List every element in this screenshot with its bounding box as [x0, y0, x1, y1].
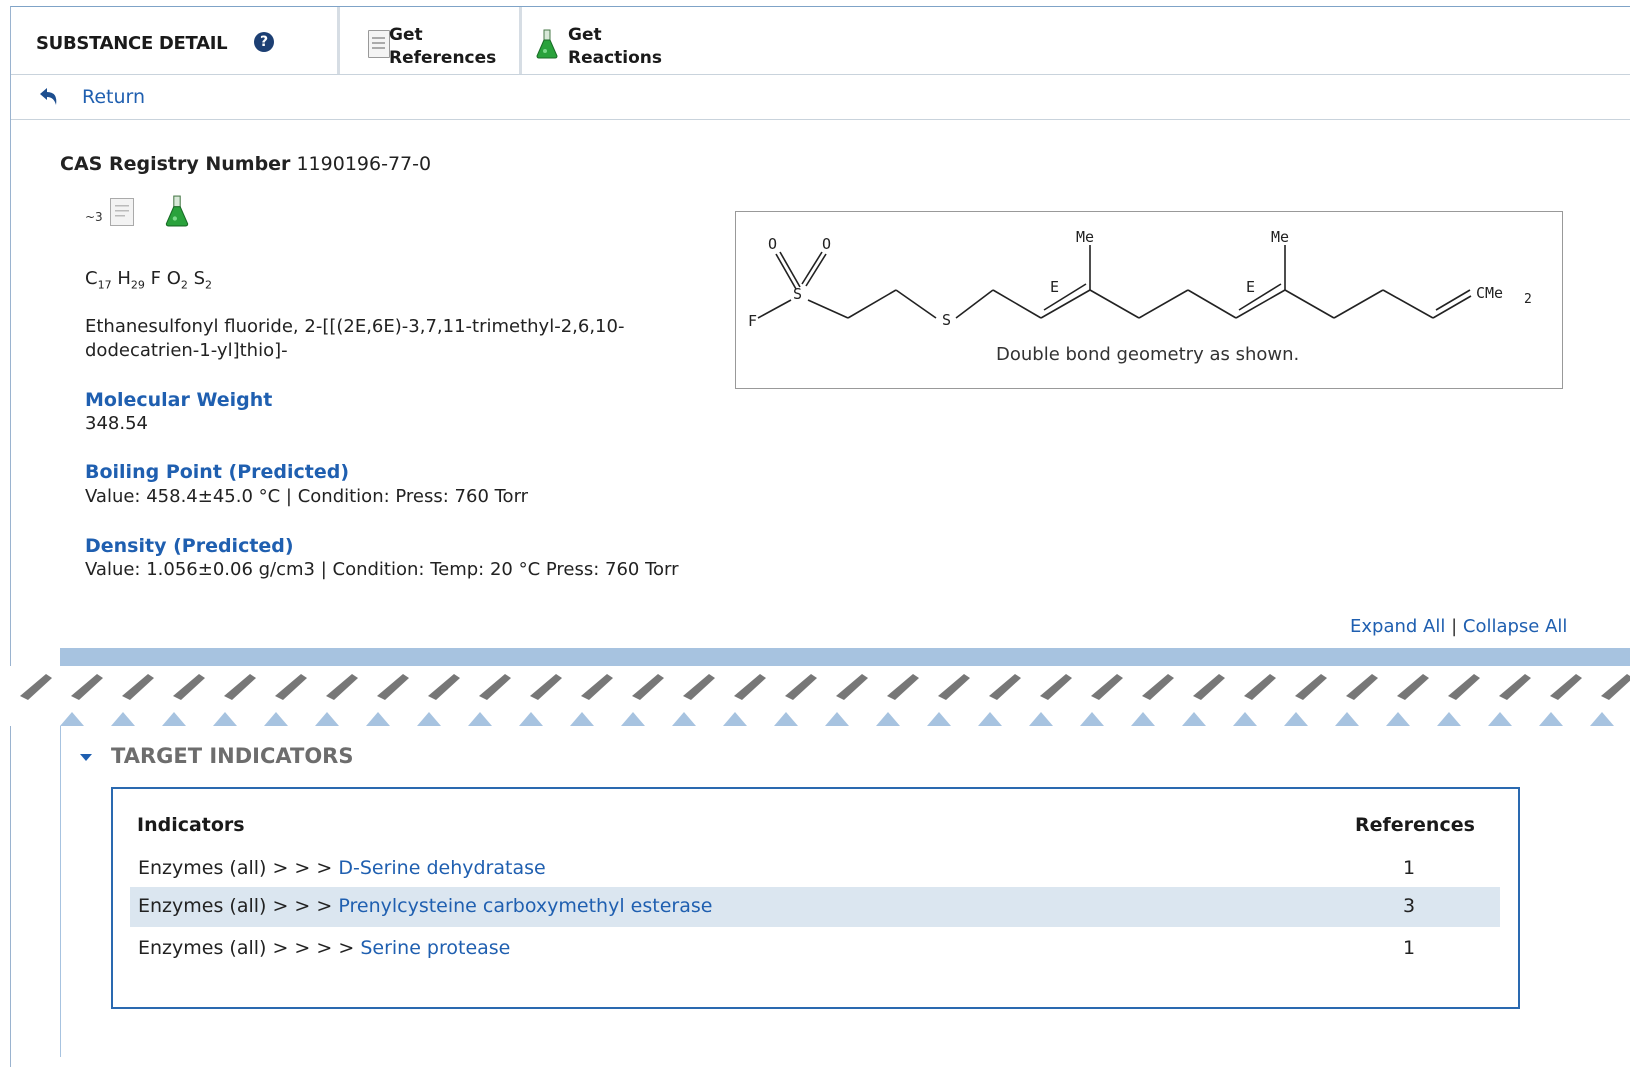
get-references-button[interactable]: Get References [341, 7, 521, 74]
fluorine-label: F [748, 312, 757, 330]
sulfur-label: S [793, 285, 802, 303]
get-reactions-label-2: Reactions [568, 48, 663, 68]
page-title: SUBSTANCE DETAIL [36, 33, 228, 54]
target-indicators-title[interactable]: TARGET INDICATORS [111, 744, 353, 768]
indicator-link[interactable]: Prenylcysteine carboxymethyl esterase [338, 895, 712, 917]
reference-count-cell: 1 [1403, 937, 1416, 959]
indicator-cell: Enzymes (all) > > > D-Serine dehydratase [138, 857, 546, 879]
document-icon [368, 30, 390, 58]
col-header-indicators: Indicators [137, 814, 245, 836]
expand-collapse-controls: Expand All | Collapse All [1350, 616, 1567, 637]
indicator-cell: Enzymes (all) > > > > Serine protease [138, 937, 510, 959]
molecular-formula: C17 H29 F O2 S2 [85, 268, 212, 292]
get-reactions-label-1: Get [568, 25, 602, 45]
indicator-path: Enzymes (all) > > > [138, 895, 339, 917]
e-geometry-label: E [1246, 278, 1255, 296]
return-arrow-icon[interactable] [36, 85, 62, 107]
structure-diagram[interactable]: O O S F S Me E Me E CMe 2 Double bond ge… [735, 211, 1563, 389]
formula-count: 2 [180, 278, 188, 292]
molecular-weight-value: 348.54 [85, 413, 148, 434]
get-references-label-2: References [389, 48, 497, 68]
oxygen-label: O [822, 235, 831, 253]
get-reactions-button[interactable]: Get Reactions [523, 7, 703, 74]
methyl-label: Me [1271, 228, 1289, 246]
formula-count: 17 [97, 278, 112, 292]
methyl-label: Me [1076, 228, 1094, 246]
col-header-references: References [1355, 814, 1475, 836]
reference-count-cell: 3 [1403, 895, 1416, 917]
reference-count-cell: 1 [1403, 857, 1416, 879]
torn-edge-divider [0, 666, 1630, 726]
indicator-link[interactable]: D-Serine dehydratase [338, 857, 545, 879]
reactions-flask-icon[interactable] [163, 195, 191, 227]
density-value: Value: 1.056±0.06 g/cm3 | Condition: Tem… [85, 559, 679, 580]
formula-count: 2 [205, 278, 213, 292]
indicator-path: Enzymes (all) > > > > [138, 937, 361, 959]
help-icon[interactable]: ? [254, 32, 274, 52]
formula-count: 29 [130, 278, 145, 292]
references-icon[interactable] [110, 198, 134, 226]
cme-label: CMe [1476, 284, 1503, 302]
oxygen-label: O [768, 235, 777, 253]
chemical-name-line-2: dodecatrien-1-yl]thio]- [85, 340, 288, 361]
density-title: Density (Predicted) [85, 535, 294, 557]
structure-caption: Double bond geometry as shown. [996, 344, 1300, 365]
target-indicators-table: Indicators References Enzymes (all) > > … [111, 787, 1520, 1009]
toolbar-divider [337, 7, 340, 74]
toolbar-divider [519, 7, 522, 74]
formula-element: C [85, 268, 98, 289]
separator: | [1451, 616, 1463, 637]
return-link[interactable]: Return [82, 86, 145, 108]
indicator-cell: Enzymes (all) > > > Prenylcysteine carbo… [138, 895, 712, 917]
indicator-link[interactable]: Serine protease [360, 937, 510, 959]
molecular-weight-title: Molecular Weight [85, 389, 273, 411]
cas-registry: CAS Registry Number 1190196-77-0 [60, 153, 431, 175]
section-border [60, 726, 61, 1057]
table-row: Enzymes (all) > > > Prenylcysteine carbo… [130, 887, 1500, 927]
cas-label: CAS Registry Number [60, 153, 291, 175]
formula-element: S [193, 268, 206, 289]
cme-subscript: 2 [1524, 292, 1532, 307]
table-row: Enzymes (all) > > > D-Serine dehydratase… [130, 849, 1500, 889]
formula-element: F [150, 268, 161, 289]
collapse-all-link[interactable]: Collapse All [1463, 616, 1568, 637]
formula-element: H [117, 268, 131, 289]
get-references-label-1: Get [389, 25, 423, 45]
section-header-band [60, 648, 1630, 666]
expand-all-link[interactable]: Expand All [1350, 616, 1445, 637]
chemical-name: Ethanesulfonyl fluoride, 2-[[(2E,6E)-3,7… [85, 315, 685, 363]
return-bar: Return [11, 75, 1630, 120]
formula-element: O [166, 268, 181, 289]
sulfur-label: S [942, 311, 951, 329]
boiling-point-title: Boiling Point (Predicted) [85, 461, 350, 483]
flask-icon [536, 29, 558, 59]
reference-count: ~3 [85, 210, 103, 224]
e-geometry-label: E [1050, 278, 1059, 296]
indicator-path: Enzymes (all) > > > [138, 857, 339, 879]
cas-number: 1190196-77-0 [296, 153, 432, 175]
toolbar: SUBSTANCE DETAIL ? Get References Get Re… [11, 7, 1630, 75]
chemical-name-line-1: Ethanesulfonyl fluoride, 2-[[(2E,6E)-3,7… [85, 316, 625, 337]
collapse-caret-icon[interactable] [80, 754, 92, 761]
boiling-point-value: Value: 458.4±45.0 °C | Condition: Press:… [85, 486, 529, 507]
table-row: Enzymes (all) > > > > Serine protease 1 [130, 929, 1500, 969]
